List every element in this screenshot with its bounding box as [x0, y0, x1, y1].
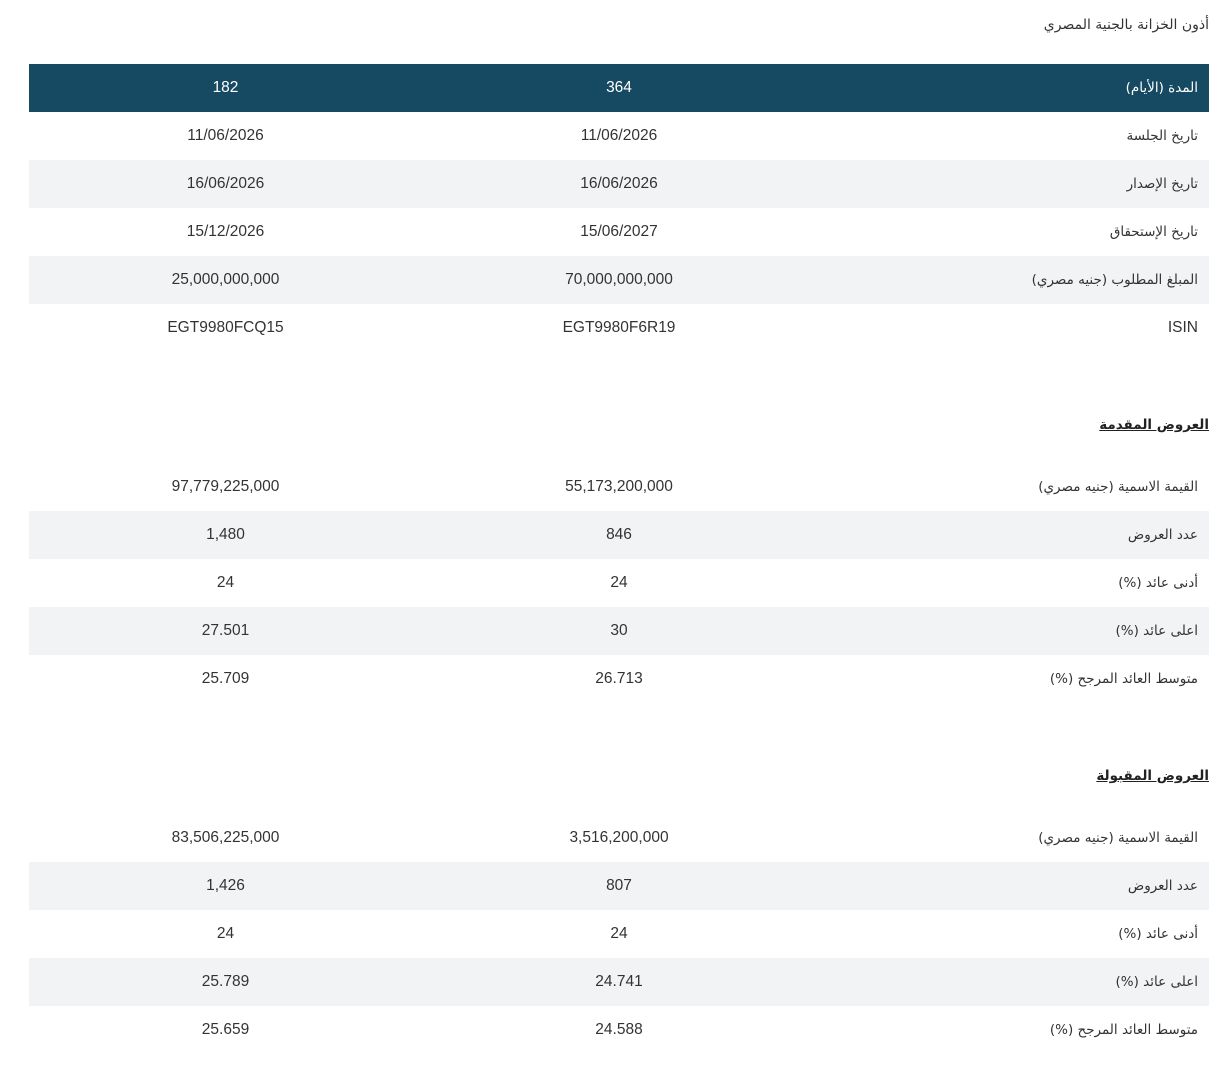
row-label: اعلى عائد (%) [816, 958, 1209, 1006]
table-row: 1,480 846 عدد العروض [29, 511, 1209, 559]
value-182: 27.501 [29, 607, 422, 655]
value-182: 25.659 [201, 1021, 250, 1038]
value-364: 55,173,200,000 [565, 478, 673, 495]
row-label: أدنى عائد (%) [1118, 926, 1198, 942]
value-364: 16/06/2026 [422, 160, 816, 208]
value-364: 3,516,200,000 [569, 829, 669, 846]
value-182: 83,506,225,000 [171, 829, 280, 846]
auction-details-table: 182 364 المدة (الأيام) 11/06/2026 11/06/… [29, 64, 1209, 352]
table-row: 11/06/2026 11/06/2026 تاريخ الجلسة [29, 112, 1209, 160]
bids-submitted-table: 97,779,225,000 55,173,200,000 القيمة الا… [29, 463, 1209, 703]
value-364: 70,000,000,000 [422, 256, 816, 304]
page-title: أذون الخزانة بالجنية المصري [1043, 17, 1209, 33]
value-182: 25,000,000,000 [29, 256, 422, 304]
value-182: 24 [216, 925, 235, 942]
table-row: 97,779,225,000 55,173,200,000 القيمة الا… [29, 463, 1209, 511]
row-label: المبلغ المطلوب (جنيه مصري) [816, 256, 1209, 304]
value-182: 11/06/2026 [187, 127, 264, 144]
table-row: 16/06/2026 16/06/2026 تاريخ الإصدار [29, 160, 1209, 208]
value-182: 24 [216, 574, 235, 591]
value-364: 24.588 [595, 1021, 643, 1038]
row-label: تاريخ الإستحقاق [1109, 224, 1198, 240]
tenor-182-header: 182 [29, 64, 422, 112]
value-364: 11/06/2026 [580, 127, 658, 144]
bids-accepted-heading: العروض المقبولة [1096, 768, 1209, 784]
table-row: 25,000,000,000 70,000,000,000 المبلغ الم… [29, 256, 1209, 304]
value-364: 30 [422, 607, 816, 655]
table-header-row: 182 364 المدة (الأيام) [29, 64, 1209, 112]
value-364: 24.741 [422, 958, 816, 1006]
table-row: 24 24 أدنى عائد (%) [29, 910, 1209, 958]
value-182: EGT9980FCQ15 [167, 319, 284, 336]
bids-accepted-table: 83,506,225,000 3,516,200,000 القيمة الاس… [29, 814, 1209, 1054]
value-364: 846 [422, 511, 816, 559]
table-row: 24 24 أدنى عائد (%) [29, 559, 1209, 607]
row-label: ISIN [1167, 319, 1198, 336]
value-182: 16/06/2026 [29, 160, 422, 208]
tenor-label-header: المدة (الأيام) [816, 64, 1209, 112]
row-label: القيمة الاسمية (جنيه مصري) [1038, 479, 1198, 495]
value-182: 1,480 [29, 511, 422, 559]
value-182: 25.709 [201, 670, 250, 687]
row-label: تاريخ الجلسة [1126, 128, 1198, 144]
tenor-364-header: 364 [422, 64, 816, 112]
table-row: 83,506,225,000 3,516,200,000 القيمة الاس… [29, 814, 1209, 862]
table-row: 25.789 24.741 اعلى عائد (%) [29, 958, 1209, 1006]
value-364: 807 [422, 862, 816, 910]
row-label: متوسط العائد المرجح (%) [1049, 671, 1198, 687]
value-364: 15/06/2027 [580, 223, 658, 240]
value-364: EGT9980F6R19 [562, 319, 676, 336]
table-row: 25.659 24.588 متوسط العائد المرجح (%) [29, 1006, 1209, 1054]
table-row: 1,426 807 عدد العروض [29, 862, 1209, 910]
value-182: 25.789 [29, 958, 422, 1006]
row-label: القيمة الاسمية (جنيه مصري) [1038, 830, 1198, 846]
value-364: 24 [610, 574, 628, 591]
value-182: 15/12/2026 [186, 223, 265, 240]
row-label: تاريخ الإصدار [816, 160, 1209, 208]
row-label: عدد العروض [816, 511, 1209, 559]
row-label: متوسط العائد المرجح (%) [1049, 1022, 1198, 1038]
table-row: 15/12/2026 15/06/2027 تاريخ الإستحقاق [29, 208, 1209, 256]
table-row: 27.501 30 اعلى عائد (%) [29, 607, 1209, 655]
value-364: 24 [610, 925, 628, 942]
table-row: EGT9980FCQ15 EGT9980F6R19 ISIN [29, 304, 1209, 352]
row-label: عدد العروض [816, 862, 1209, 910]
value-364: 26.713 [595, 670, 643, 687]
value-182: 97,779,225,000 [171, 478, 280, 495]
table-row: 25.709 26.713 متوسط العائد المرجح (%) [29, 655, 1209, 703]
value-182: 1,426 [29, 862, 422, 910]
bids-submitted-heading: العروض المقدمة [1099, 417, 1209, 433]
row-label: أدنى عائد (%) [1118, 575, 1198, 591]
row-label: اعلى عائد (%) [816, 607, 1209, 655]
